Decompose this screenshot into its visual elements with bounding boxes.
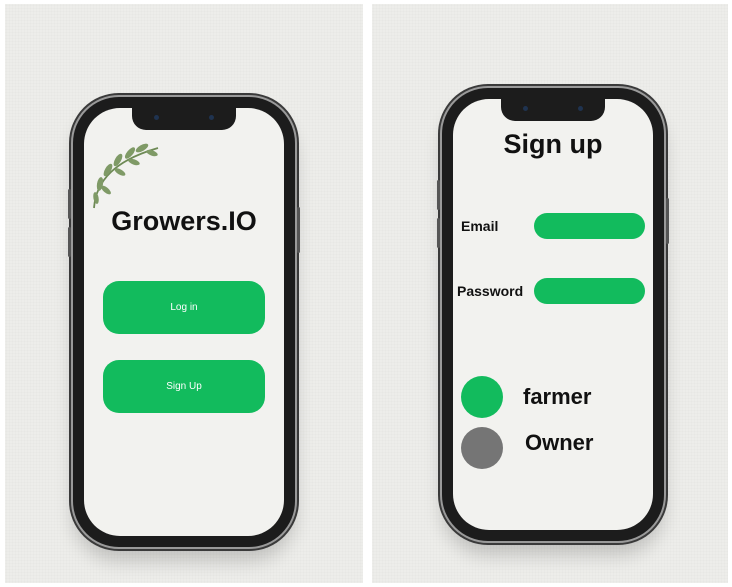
- email-field[interactable]: [534, 213, 645, 239]
- phone-notch: [132, 108, 236, 130]
- camera-icon: [154, 115, 159, 120]
- sensor-icon: [209, 115, 214, 120]
- volume-button: [68, 189, 71, 219]
- owner-label: Owner: [525, 430, 594, 455]
- power-button: [666, 198, 669, 244]
- farmer-label: farmer: [523, 384, 592, 409]
- password-field[interactable]: [534, 278, 645, 304]
- password-label: Password: [457, 283, 524, 299]
- signup-button[interactable]: Sign Up: [103, 360, 265, 413]
- leaf-branch-icon: [93, 143, 159, 209]
- email-label: Email: [461, 218, 499, 234]
- volume-button: [437, 180, 440, 210]
- sensor-icon: [578, 106, 583, 111]
- phone-notch: [501, 99, 605, 121]
- phone-frame-right: Sign up Email Password farmer Owner: [437, 88, 669, 541]
- signup-screen: Sign up Email Password farmer Owner: [453, 99, 653, 530]
- farmer-radio[interactable]: [461, 376, 503, 418]
- owner-radio[interactable]: [461, 427, 503, 469]
- page-title: Sign up: [503, 129, 603, 159]
- phone-frame-left: Growers.IO Log in Sign Up: [68, 97, 300, 547]
- landing-screen: Growers.IO Log in Sign Up: [84, 108, 284, 536]
- volume-button: [437, 218, 440, 248]
- power-button: [297, 207, 300, 253]
- app-title: Growers.IO: [111, 206, 257, 236]
- camera-icon: [523, 106, 528, 111]
- login-button[interactable]: Log in: [103, 281, 265, 334]
- volume-button: [68, 227, 71, 257]
